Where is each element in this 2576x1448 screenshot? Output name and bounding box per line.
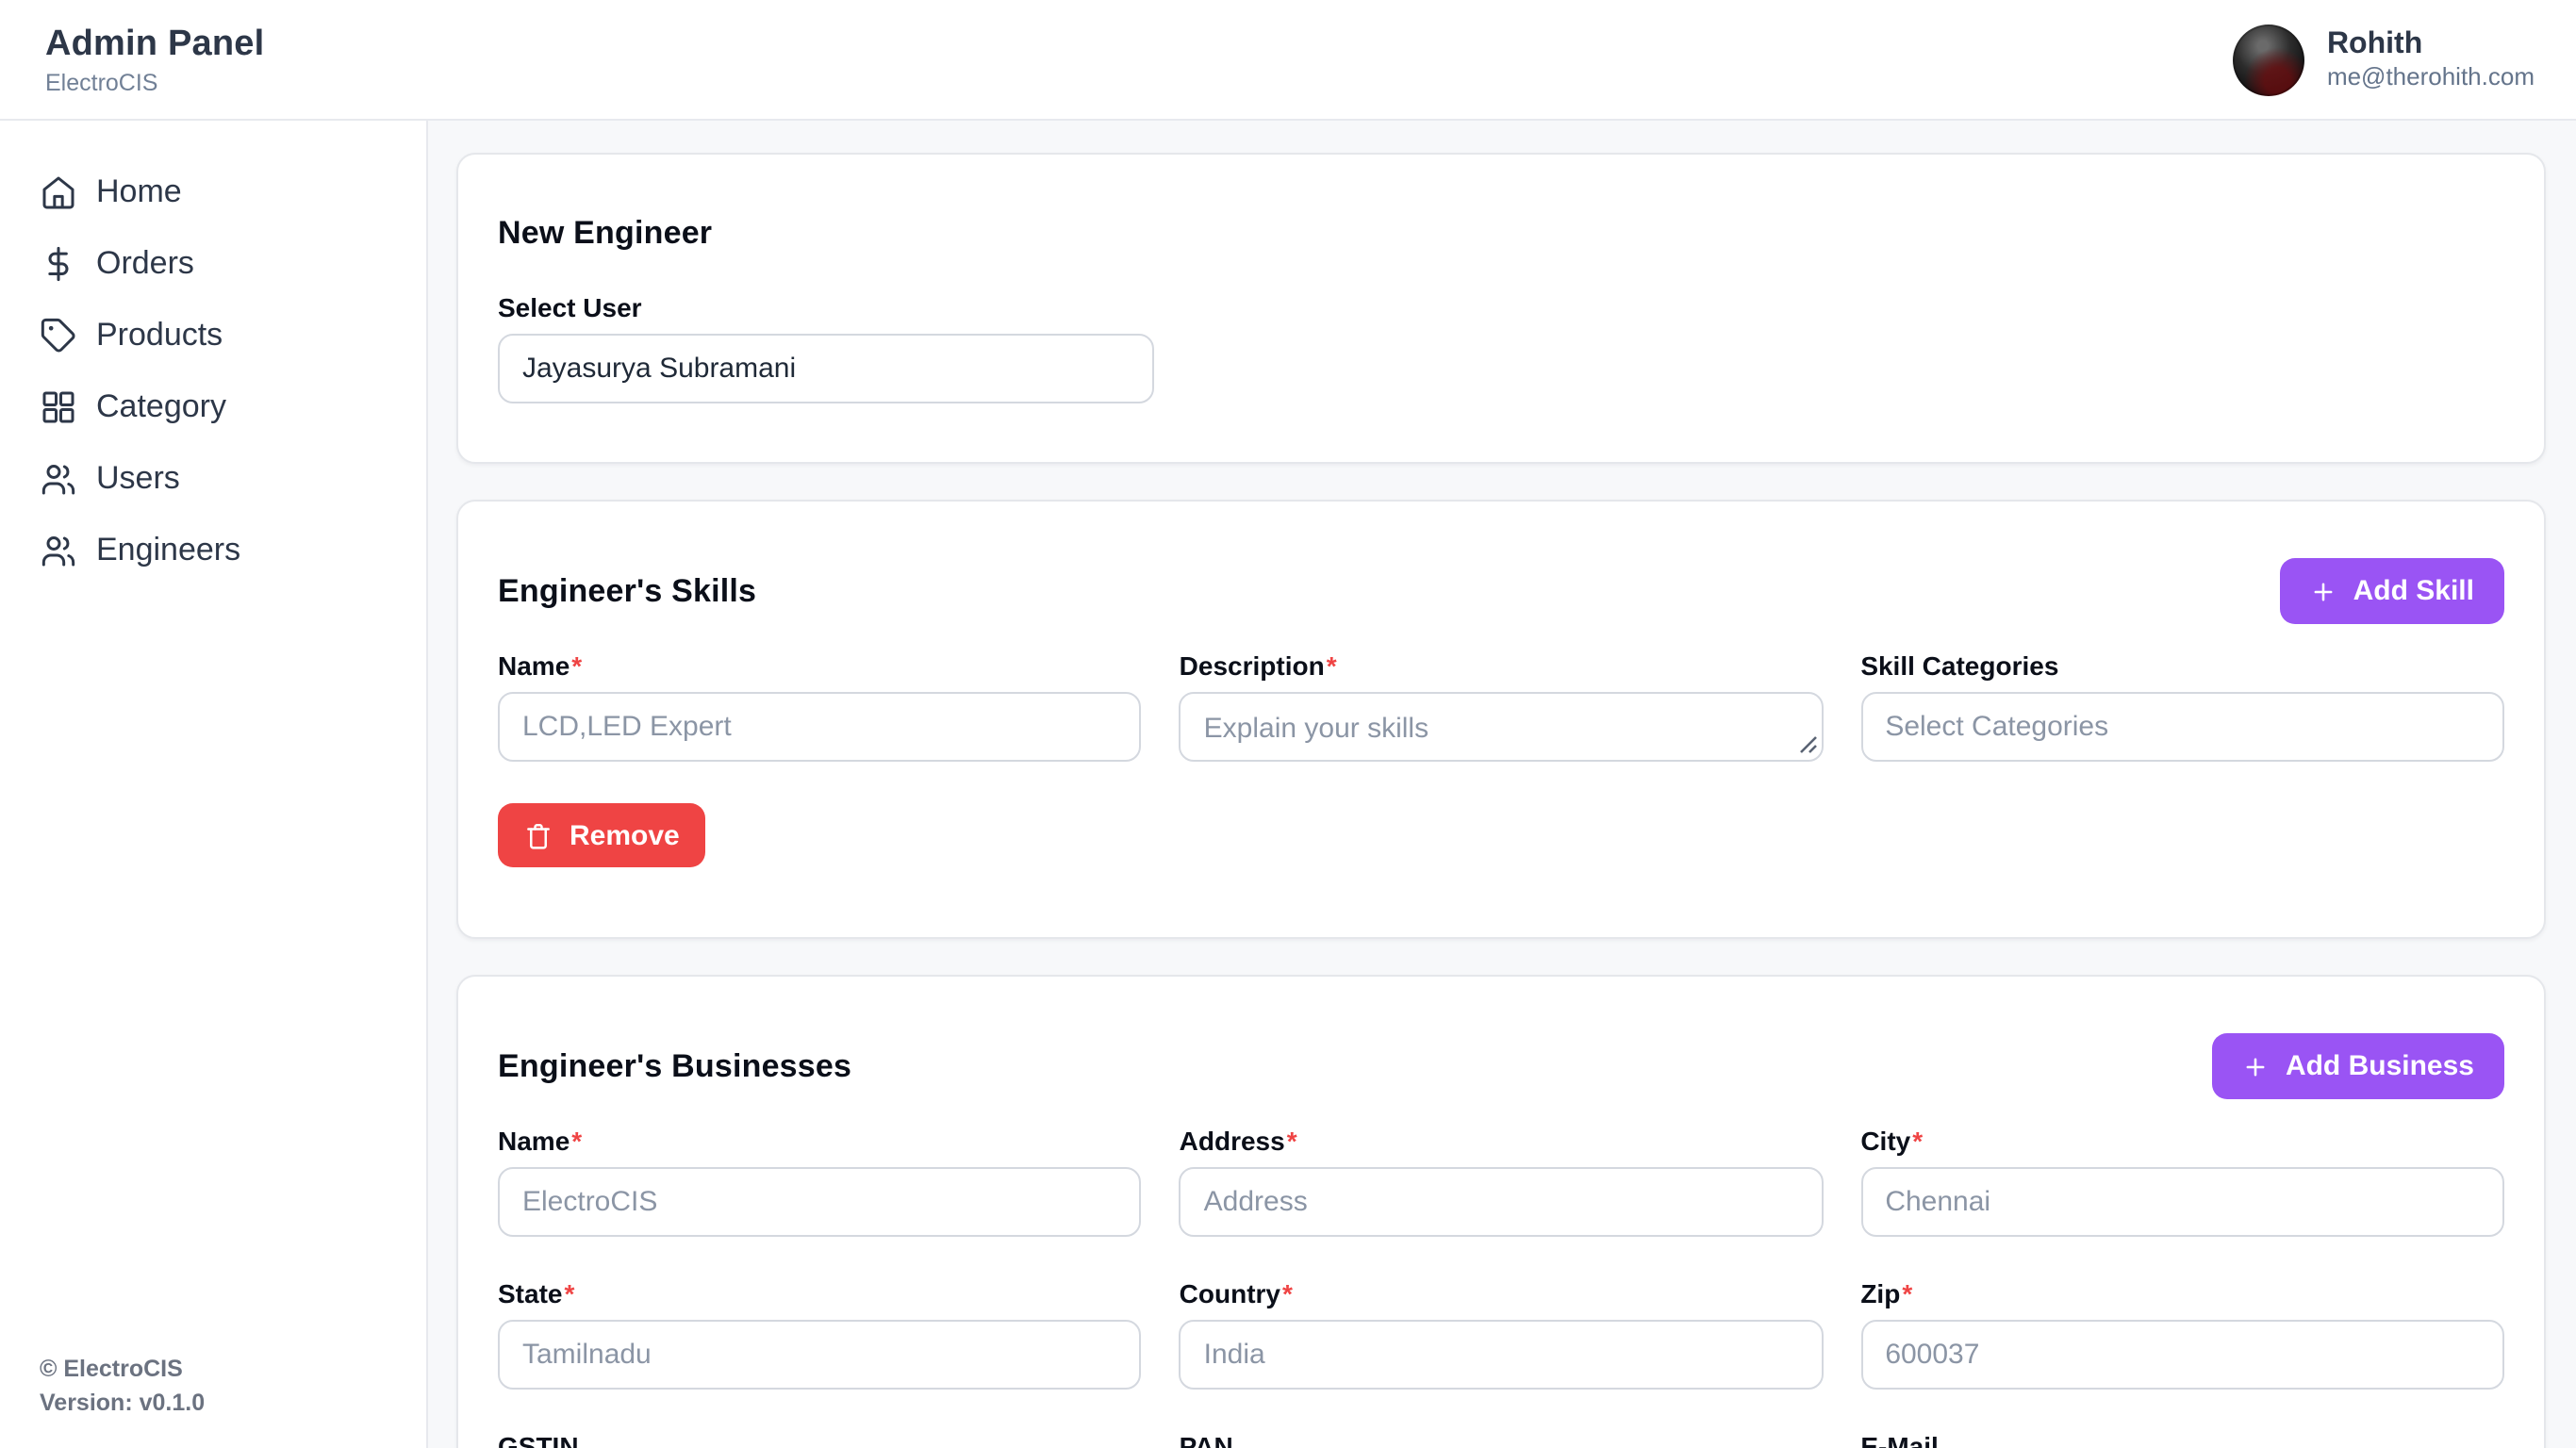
app-subtitle: ElectroCIS (45, 69, 264, 95)
business-address-field: Address* (1180, 1126, 1824, 1237)
grid-icon (40, 388, 77, 426)
business-name-input[interactable] (498, 1167, 1142, 1237)
dollar-icon (40, 245, 77, 283)
business-pan-field: PAN (1180, 1431, 1824, 1448)
plus-icon (2242, 1053, 2269, 1079)
select-user-input[interactable] (498, 334, 1154, 403)
required-mark: * (564, 1278, 574, 1308)
users-icon (40, 460, 77, 498)
sidebar: Home Orders Products (0, 121, 428, 1448)
card-title-skills: Engineer's Skills (498, 572, 756, 610)
field-label: Skill Categories (1860, 650, 2504, 681)
field-label: Name* (498, 650, 1142, 681)
businesses-card-header: Engineer's Businesses Add Business (498, 1033, 2504, 1099)
field-label: E-Mail (1860, 1431, 2504, 1448)
field-label: Country* (1180, 1278, 1824, 1308)
sidebar-footer: © ElectroCIS Version: v0.1.0 (0, 1351, 426, 1422)
skill-categories-select[interactable] (1860, 692, 2504, 762)
add-business-button[interactable]: Add Business (2212, 1033, 2504, 1099)
skill-description-field: Description* (1180, 650, 1824, 762)
app-root: Admin Panel ElectroCIS Rohith me@therohi… (0, 0, 2576, 1448)
main-content: New Engineer Select User Engineer's Skil… (428, 121, 2576, 1448)
home-icon (40, 173, 77, 211)
sidebar-item-label: Orders (96, 245, 194, 283)
skills-fields-grid: Name* Description* (498, 650, 2504, 762)
users-icon (40, 532, 77, 569)
sidebar-item-label: Products (96, 317, 223, 354)
user-meta: Rohith me@therohith.com (2327, 26, 2535, 93)
sidebar-item-label: Home (96, 173, 182, 211)
plus-icon (2310, 578, 2337, 604)
business-city-field: City* (1860, 1126, 2504, 1237)
user-email: me@therohith.com (2327, 62, 2535, 93)
business-zip-field: Zip* (1860, 1278, 2504, 1390)
sidebar-item-products[interactable]: Products (0, 300, 426, 371)
business-zip-input[interactable] (1860, 1320, 2504, 1390)
business-country-field: Country* (1180, 1278, 1824, 1390)
add-business-label: Add Business (2286, 1050, 2474, 1082)
field-label: City* (1860, 1126, 2504, 1156)
select-user-label: Select User (498, 292, 2504, 322)
brand: Admin Panel ElectroCIS (45, 24, 264, 95)
sidebar-item-engineers[interactable]: Engineers (0, 515, 426, 586)
business-state-input[interactable] (498, 1320, 1142, 1390)
app-title: Admin Panel (45, 24, 264, 65)
field-label: Address* (1180, 1126, 1824, 1156)
tag-icon (40, 317, 77, 354)
required-mark: * (571, 1126, 582, 1156)
sidebar-nav: Home Orders Products (0, 156, 426, 586)
version-text: Version: v0.1.0 (40, 1387, 426, 1423)
skills-card: Engineer's Skills Add Skill Name* (456, 500, 2546, 939)
user-menu[interactable]: Rohith me@therohith.com (2233, 24, 2535, 95)
required-mark: * (1327, 650, 1337, 681)
businesses-card: Engineer's Businesses Add Business Name* (456, 975, 2546, 1448)
business-country-input[interactable] (1180, 1320, 1824, 1390)
business-address-input[interactable] (1180, 1167, 1824, 1237)
business-city-input[interactable] (1860, 1167, 2504, 1237)
sidebar-item-users[interactable]: Users (0, 443, 426, 515)
field-label: Name* (498, 1126, 1142, 1156)
textarea-wrap (1180, 692, 1824, 762)
add-skill-button[interactable]: Add Skill (2280, 558, 2504, 624)
card-title-businesses: Engineer's Businesses (498, 1047, 851, 1085)
skills-card-header: Engineer's Skills Add Skill (498, 558, 2504, 624)
app-shell: Home Orders Products (0, 121, 2576, 1448)
trash-icon (524, 821, 553, 849)
sidebar-item-label: Engineers (96, 532, 240, 569)
avatar[interactable] (2233, 24, 2304, 95)
sidebar-item-home[interactable]: Home (0, 156, 426, 228)
skill-name-input[interactable] (498, 692, 1142, 762)
copyright-text: © ElectroCIS (40, 1351, 426, 1387)
skill-description-textarea[interactable] (1180, 692, 1824, 762)
remove-skill-button[interactable]: Remove (498, 803, 706, 867)
business-name-field: Name* (498, 1126, 1142, 1237)
sidebar-item-orders[interactable]: Orders (0, 228, 426, 300)
select-user-field: Select User (498, 292, 2504, 403)
required-mark: * (571, 650, 582, 681)
field-label: Zip* (1860, 1278, 2504, 1308)
required-mark: * (1902, 1278, 1912, 1308)
sidebar-item-label: Category (96, 388, 226, 426)
skill-categories-field: Skill Categories (1860, 650, 2504, 762)
business-email-field: E-Mail (1860, 1431, 2504, 1448)
business-fields-grid: Name* Address* City* State* (498, 1126, 2504, 1448)
field-label: State* (498, 1278, 1142, 1308)
sidebar-item-category[interactable]: Category (0, 371, 426, 443)
field-label: GSTIN (498, 1431, 1142, 1448)
sidebar-item-label: Users (96, 460, 180, 498)
add-skill-label: Add Skill (2353, 575, 2474, 607)
business-state-field: State* (498, 1278, 1142, 1390)
required-mark: * (1912, 1126, 1923, 1156)
business-gstin-field: GSTIN (498, 1431, 1142, 1448)
skill-name-field: Name* (498, 650, 1142, 762)
card-title-new-engineer: New Engineer (498, 215, 2504, 253)
user-name: Rohith (2327, 26, 2535, 62)
new-engineer-card: New Engineer Select User (456, 153, 2546, 464)
field-label: PAN (1180, 1431, 1824, 1448)
required-mark: * (1287, 1126, 1297, 1156)
app-header: Admin Panel ElectroCIS Rohith me@therohi… (0, 0, 2576, 121)
required-mark: * (1282, 1278, 1293, 1308)
remove-skill-label: Remove (570, 819, 680, 851)
field-label: Description* (1180, 650, 1824, 681)
